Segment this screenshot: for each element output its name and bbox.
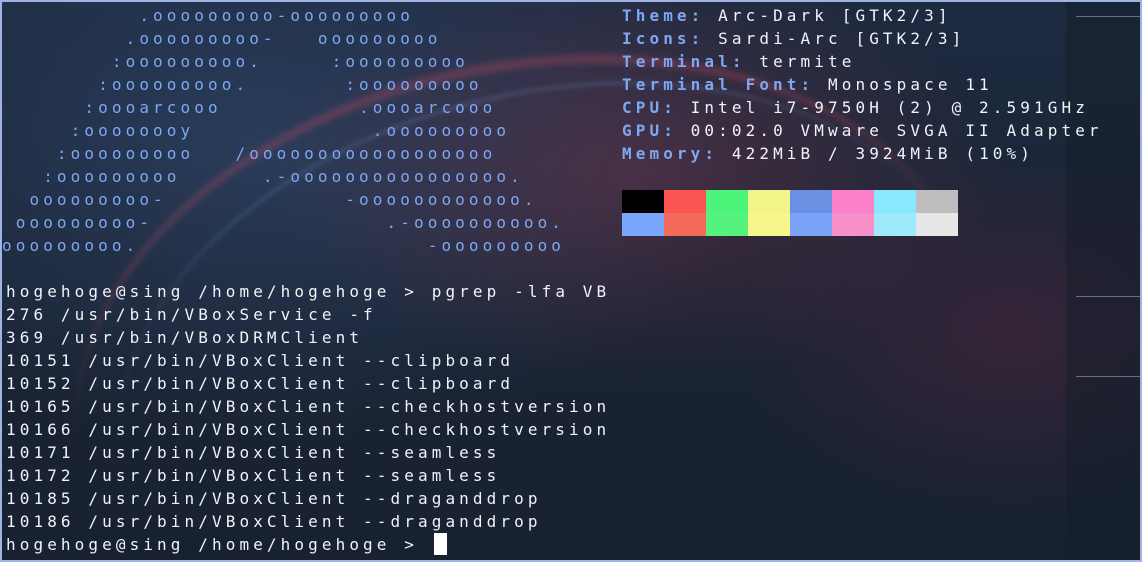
output-line: 10172 /usr/bin/VBoxClient --seamless <box>6 466 501 485</box>
palette-swatch-bright-7 <box>916 213 958 236</box>
info-terminal-font: Terminal Font: Monospace 11 <box>622 75 993 94</box>
palette-swatch-normal-1 <box>664 190 706 213</box>
info-key: Icons <box>622 29 691 48</box>
info-value: 422MiB / 3924MiB (10%) <box>731 144 1034 163</box>
info-key: Terminal <box>622 52 732 71</box>
info-value: termite <box>759 52 856 71</box>
palette-swatch-normal-0 <box>622 190 664 213</box>
logo-line: :ooooooooo. :ooooooooo <box>2 75 483 94</box>
logo-line: ooooooooo- -oooooooooooo. <box>2 190 538 209</box>
output-line: 10186 /usr/bin/VBoxClient --draganddrop <box>6 512 542 531</box>
info-gpu: GPU: 00:02.0 VMware SVGA II Adapter <box>622 121 1103 140</box>
info-key: Terminal Font <box>622 75 801 94</box>
logo-line: :ooooooooo. :ooooooooo <box>2 52 469 71</box>
info-value: Intel i7-9750H (2) @ 2.591GHz <box>690 98 1089 117</box>
text-cursor <box>433 533 447 555</box>
info-value: Arc-Dark [GTK2/3] <box>718 6 952 25</box>
logo-line: .ooooooooo-ooooooooo <box>2 6 414 25</box>
command-line: hogehoge@sing /home/hogehoge > pgrep -lf… <box>6 280 610 303</box>
palette-swatch-normal-2 <box>706 190 748 213</box>
palette-swatch-bright-5 <box>832 213 874 236</box>
system-info: Theme: Arc-Dark [GTK2/3] Icons: Sardi-Ar… <box>622 4 1103 165</box>
info-key: CPU <box>622 98 664 117</box>
palette-swatch-normal-7 <box>916 190 958 213</box>
info-key: Memory <box>622 144 705 163</box>
logo-line: .ooooooooo- ooooooooo <box>2 29 442 48</box>
info-value: Monospace 11 <box>828 75 993 94</box>
info-value: Sardi-Arc [GTK2/3] <box>718 29 966 48</box>
info-key: GPU <box>622 121 664 140</box>
logo-line: :oooarcooo .oooarcooo <box>2 98 497 117</box>
prompt: hogehoge@sing /home/hogehoge > <box>6 282 432 301</box>
palette-swatch-bright-2 <box>706 213 748 236</box>
info-theme: Theme: Arc-Dark [GTK2/3] <box>622 6 952 25</box>
output-line: 10185 /usr/bin/VBoxClient --draganddrop <box>6 489 542 508</box>
palette-swatch-normal-3 <box>748 190 790 213</box>
logo-line: :ooooooooo .-oooooooooooooooo. <box>2 167 524 186</box>
palette-swatch-bright-1 <box>664 213 706 236</box>
scrollbar-mark <box>1076 376 1140 377</box>
output-line: 10171 /usr/bin/VBoxClient --seamless <box>6 443 501 462</box>
palette-swatch-bright-4 <box>790 213 832 236</box>
color-palette <box>622 190 958 236</box>
info-terminal: Terminal: termite <box>622 52 856 71</box>
palette-swatch-bright-0 <box>622 213 664 236</box>
palette-swatch-normal-6 <box>874 190 916 213</box>
output-line: 276 /usr/bin/VBoxService -f <box>6 305 377 324</box>
scrollbar-mark <box>1076 296 1140 297</box>
palette-swatch-bright-3 <box>748 213 790 236</box>
logo-line: ooooooooo. -ooooooooo <box>2 236 566 255</box>
logo-line: :oooooooy .ooooooooo <box>2 121 511 140</box>
prompt: hogehoge@sing /home/hogehoge > <box>6 535 432 554</box>
command: pgrep -lfa VB <box>431 282 611 301</box>
info-value: 00:02.0 VMware SVGA II Adapter <box>690 121 1103 140</box>
output-line: 10166 /usr/bin/VBoxClient --checkhostver… <box>6 420 611 439</box>
terminal-window[interactable]: .ooooooooo-ooooooooo .ooooooooo- ooooooo… <box>0 0 1142 562</box>
palette-swatch-normal-4 <box>790 190 832 213</box>
info-key: Theme <box>622 6 691 25</box>
output-line: 10152 /usr/bin/VBoxClient --clipboard <box>6 374 515 393</box>
info-memory: Memory: 422MiB / 3924MiB (10%) <box>622 144 1034 163</box>
input-line[interactable]: hogehoge@sing /home/hogehoge > <box>6 533 610 556</box>
logo-line: :ooooooooo /oooooooooooooooooo <box>2 144 497 163</box>
output-line: 10151 /usr/bin/VBoxClient --clipboard <box>6 351 515 370</box>
logo-line: ooooooooo- .-oooooooooo. <box>2 213 566 232</box>
terminal-output[interactable]: hogehoge@sing /home/hogehoge > pgrep -lf… <box>6 280 610 556</box>
palette-swatch-normal-5 <box>832 190 874 213</box>
info-cpu: CPU: Intel i7-9750H (2) @ 2.591GHz <box>622 98 1089 117</box>
output-line: 10165 /usr/bin/VBoxClient --checkhostver… <box>6 397 611 416</box>
palette-swatch-bright-6 <box>874 213 916 236</box>
output-line: 369 /usr/bin/VBoxDRMClient <box>6 328 364 347</box>
info-icons: Icons: Sardi-Arc [GTK2/3] <box>622 29 966 48</box>
